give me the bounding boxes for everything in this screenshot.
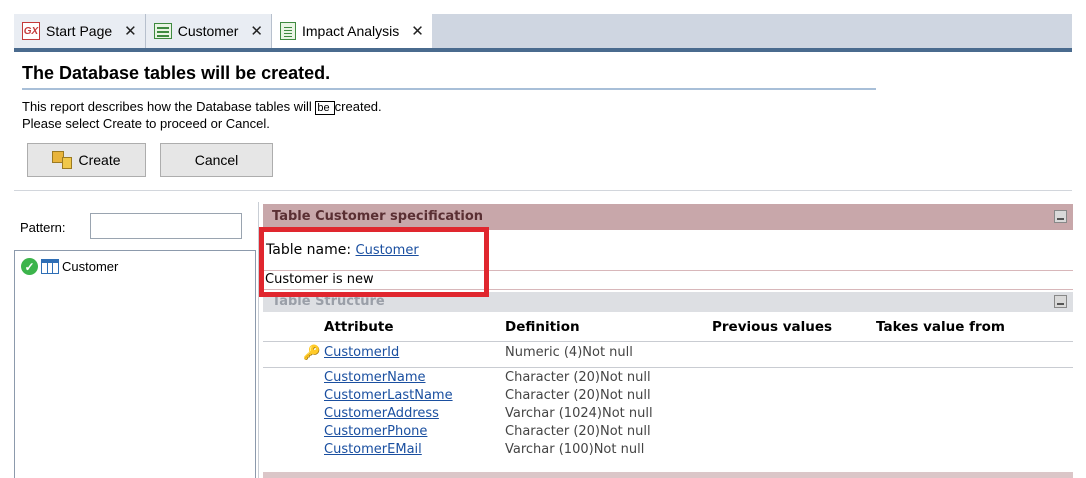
pattern-input[interactable] — [90, 213, 242, 239]
report-document-icon — [280, 22, 296, 40]
table-tree: ✓ Customer — [14, 250, 256, 478]
title-underline — [22, 88, 876, 90]
check-icon: ✓ — [21, 258, 38, 275]
create-database-icon — [52, 151, 74, 169]
close-icon[interactable]: ✕ — [411, 22, 424, 40]
attribute-definition: Character (20)Not null — [505, 370, 651, 385]
collapse-icon[interactable] — [1054, 295, 1067, 308]
attribute-definition: Character (20)Not null — [505, 424, 651, 439]
tree-item-label: Customer — [62, 259, 119, 274]
key-divider — [263, 367, 1073, 368]
attribute-link[interactable]: CustomerPhone — [324, 424, 427, 439]
column-header-previous-values: Previous values — [712, 319, 833, 335]
cancel-button[interactable]: Cancel — [160, 143, 273, 177]
attribute-link[interactable]: CustomerLastName — [324, 388, 453, 403]
table-row: CustomerLastName Character (20)Not null — [259, 388, 1073, 404]
gx-logo-icon: GX — [22, 22, 40, 40]
table-row: 🔑 CustomerId Numeric (4)Not null — [259, 345, 1073, 361]
next-section-header — [263, 472, 1073, 478]
page-title: The Database tables will be created. — [22, 63, 331, 83]
table-row: CustomerName Character (20)Not null — [259, 370, 1073, 386]
attribute-definition: Character (20)Not null — [505, 388, 651, 403]
table-row: CustomerEMail Varchar (100)Not null — [259, 442, 1073, 458]
attribute-definition: Numeric (4)Not null — [505, 345, 633, 360]
create-button-label: Create — [78, 152, 121, 168]
collapse-icon[interactable] — [1054, 210, 1067, 223]
header-divider — [263, 341, 1073, 342]
close-icon[interactable]: ✕ — [250, 22, 263, 40]
attribute-definition: Varchar (1024)Not null — [505, 406, 653, 421]
highlight-box — [259, 227, 489, 297]
column-header-takes-value-from: Takes value from — [876, 319, 1005, 335]
attribute-link[interactable]: CustomerEMail — [324, 442, 422, 457]
report-instruction: Please select Create to proceed or Cance… — [22, 116, 270, 131]
tree-item-customer[interactable]: ✓ Customer — [21, 258, 118, 275]
table-row: CustomerPhone Character (20)Not null — [259, 424, 1073, 440]
column-header-attribute: Attribute — [324, 319, 394, 335]
attribute-link[interactable]: CustomerId — [324, 345, 399, 360]
tab-bar-divider — [14, 48, 1072, 52]
create-button[interactable]: Create — [27, 143, 146, 177]
transaction-grid-icon — [153, 23, 172, 39]
close-icon[interactable]: ✕ — [124, 22, 137, 40]
report-description: This report describes how the Database t… — [22, 99, 382, 115]
document-tab-bar: GX Start Page ✕ Customer ✕ Impact Analys… — [14, 14, 1072, 48]
tab-label: Impact Analysis — [302, 23, 400, 39]
tab-impact-analysis[interactable]: Impact Analysis ✕ — [272, 14, 432, 48]
table-spec-panel: Table Customer specification Table name:… — [258, 202, 1073, 478]
boxed-word: be — [315, 101, 335, 115]
tab-label: Customer — [177, 23, 239, 39]
attribute-link[interactable]: CustomerName — [324, 370, 426, 385]
tab-label: Start Page — [46, 23, 113, 39]
attribute-definition: Varchar (100)Not null — [505, 442, 645, 457]
tab-start-page[interactable]: GX Start Page ✕ — [14, 14, 146, 48]
tab-customer[interactable]: Customer ✕ — [145, 14, 272, 48]
attribute-link[interactable]: CustomerAddress — [324, 406, 439, 421]
column-header-definition: Definition — [505, 319, 580, 335]
table-icon — [41, 259, 59, 274]
key-icon: 🔑 — [303, 345, 321, 361]
table-row: CustomerAddress Varchar (1024)Not null — [259, 406, 1073, 422]
section-divider — [14, 190, 1072, 191]
pattern-label: Pattern: — [20, 220, 66, 235]
